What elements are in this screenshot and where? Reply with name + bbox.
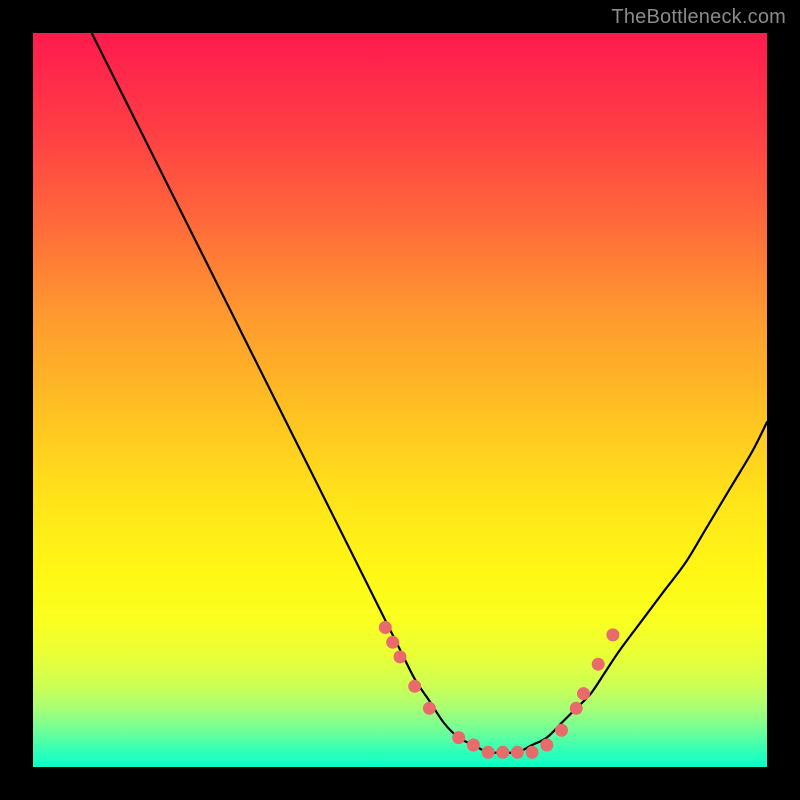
marker-dot: [408, 680, 421, 693]
marker-dot: [423, 702, 436, 715]
chart-frame: TheBottleneck.com: [0, 0, 800, 800]
marker-dot: [511, 746, 524, 759]
marker-dot: [540, 739, 553, 752]
marker-dot: [379, 621, 392, 634]
marker-dot: [577, 687, 590, 700]
marker-dot: [482, 746, 495, 759]
marker-dot: [526, 746, 539, 759]
marker-dot: [606, 628, 619, 641]
watermark-text: TheBottleneck.com: [611, 6, 786, 29]
marker-dot: [592, 658, 605, 671]
marker-dot: [467, 739, 480, 752]
highlight-markers: [379, 621, 620, 759]
marker-dot: [570, 702, 583, 715]
marker-dot: [555, 724, 568, 737]
marker-dot: [496, 746, 509, 759]
marker-dot: [452, 731, 465, 744]
plot-area: [33, 33, 767, 767]
marker-dot: [394, 650, 407, 663]
marker-dot: [386, 636, 399, 649]
curve-svg: [33, 33, 767, 767]
bottleneck-curve: [92, 33, 767, 753]
